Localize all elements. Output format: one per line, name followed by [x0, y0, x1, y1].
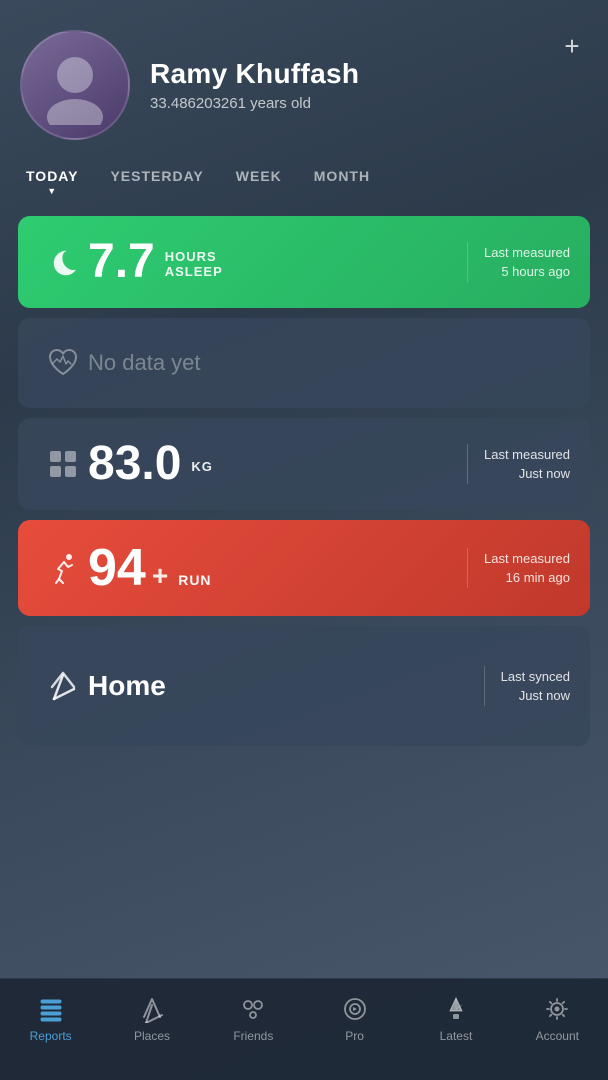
- nav-item-friends[interactable]: Friends: [203, 991, 304, 1047]
- run-measured: Last measured 16 min ago: [484, 549, 570, 588]
- weight-value: 83.0: [88, 440, 181, 488]
- avatar: [20, 30, 130, 140]
- places-icon: [138, 995, 166, 1023]
- weight-unit: KG: [191, 459, 213, 474]
- user-info: Ramy Khuffash 33.486203261 years old: [150, 58, 588, 112]
- cards-container: 7.7 HOURS ASLEEP Last measured 5 hours a…: [0, 204, 608, 978]
- home-main: Home: [88, 670, 468, 702]
- nav-label-friends: Friends: [233, 1029, 273, 1043]
- nav-item-pro[interactable]: Pro: [304, 991, 405, 1047]
- tab-today[interactable]: TODAY ▼: [10, 160, 94, 204]
- heart-no-data: No data yet: [88, 350, 201, 376]
- sleep-icon: [38, 243, 88, 281]
- home-location-icon: [38, 667, 88, 705]
- add-button[interactable]: +: [556, 30, 588, 62]
- time-tabs: TODAY ▼ YESTERDAY WEEK MONTH: [0, 160, 608, 204]
- weight-measured: Last measured Just now: [484, 445, 570, 484]
- run-divider: [467, 548, 468, 588]
- weight-main: 83.0 KG: [88, 440, 451, 488]
- user-name: Ramy Khuffash: [150, 58, 588, 90]
- sleep-main: 7.7 HOURS ASLEEP: [88, 238, 451, 286]
- latest-icon: [442, 995, 470, 1023]
- user-age: 33.486203261 years old: [150, 95, 588, 112]
- run-value: 94: [88, 542, 146, 594]
- pro-icon: [341, 995, 369, 1023]
- weight-divider: [467, 444, 468, 484]
- run-unit: RUN: [178, 572, 211, 588]
- nav-label-pro: Pro: [345, 1029, 364, 1043]
- friends-icon: [239, 995, 267, 1023]
- home-card[interactable]: Home Last synced Just now: [18, 626, 590, 746]
- nav-item-account[interactable]: Account: [507, 991, 608, 1047]
- sleep-measured: Last measured 5 hours ago: [484, 243, 570, 282]
- nav-label-latest: Latest: [440, 1029, 473, 1043]
- home-divider: [484, 666, 485, 706]
- nav-label-account: Account: [536, 1029, 579, 1043]
- run-icon: [38, 549, 88, 587]
- nav-item-reports[interactable]: Reports: [0, 991, 101, 1047]
- heart-icon: [38, 344, 88, 382]
- bottom-nav: Reports Places Friends: [0, 978, 608, 1080]
- weight-icon: [38, 445, 88, 483]
- nav-item-places[interactable]: Places: [101, 991, 202, 1047]
- sleep-divider: [467, 242, 468, 282]
- run-plus: +: [152, 560, 168, 592]
- nav-item-latest[interactable]: Latest: [405, 991, 506, 1047]
- account-icon: [543, 995, 571, 1023]
- run-card[interactable]: 94 + RUN Last measured 16 min ago: [18, 520, 590, 616]
- sleep-card[interactable]: 7.7 HOURS ASLEEP Last measured 5 hours a…: [18, 216, 590, 308]
- nav-label-places: Places: [134, 1029, 170, 1043]
- reports-icon: [37, 995, 65, 1023]
- sleep-unit: HOURS ASLEEP: [165, 249, 223, 279]
- nav-label-reports: Reports: [30, 1029, 72, 1043]
- sleep-value: 7.7: [88, 238, 155, 286]
- run-main: 94 + RUN: [88, 542, 451, 594]
- tab-week[interactable]: WEEK: [220, 160, 298, 192]
- home-label: Home: [88, 670, 166, 702]
- weight-card[interactable]: 83.0 KG Last measured Just now: [18, 418, 590, 510]
- tab-yesterday[interactable]: YESTERDAY: [94, 160, 219, 192]
- home-measured: Last synced Just now: [501, 667, 570, 706]
- header: Ramy Khuffash 33.486203261 years old +: [0, 0, 608, 160]
- tab-month[interactable]: MONTH: [298, 160, 386, 192]
- heart-main: No data yet: [88, 350, 570, 376]
- heart-card[interactable]: No data yet: [18, 318, 590, 408]
